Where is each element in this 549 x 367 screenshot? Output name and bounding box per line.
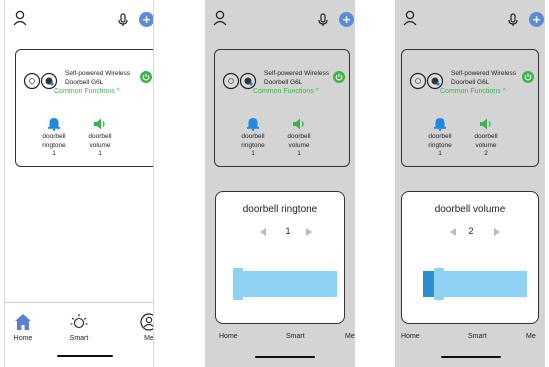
phone-screen-ringtone-sheet: + Self-powered Wireless Doorbell G6L Com… — [205, 0, 355, 367]
volume-label: doorbell volume — [474, 133, 498, 149]
volume-value: 1 — [297, 150, 301, 157]
speaker-icon — [94, 118, 105, 130]
ringtone-value: 1 — [438, 150, 442, 157]
top-bar: + — [205, 0, 355, 40]
doorbell-ringtone-function[interactable]: doorbell ringtone 1 — [422, 117, 458, 159]
stepper-value: 1 — [285, 226, 291, 236]
home-indicator — [441, 356, 501, 358]
stepper-value: 2 — [468, 226, 474, 236]
volume-value: 1 — [98, 150, 102, 157]
device-card[interactable]: Self-powered Wireless Doorbell G6L Commo… — [401, 49, 539, 167]
value-slider[interactable] — [423, 268, 527, 300]
top-bar: + — [5, 0, 153, 40]
speaker-icon — [293, 118, 304, 130]
tab-home-label[interactable]: Home — [219, 333, 238, 340]
microphone-icon[interactable] — [317, 13, 329, 27]
sheet-title: doorbell ringtone — [242, 204, 318, 215]
microphone-icon[interactable] — [117, 13, 129, 27]
device-card[interactable]: Self-powered Wireless Doorbell G6L Commo… — [214, 49, 350, 167]
device-name: Self-powered Wireless Doorbell G6L — [65, 70, 131, 86]
tab-smart-label[interactable]: Smart — [286, 333, 305, 340]
volume-label: doorbell volume — [287, 133, 311, 149]
volume-sheet: doorbell volume 2 — [401, 191, 539, 324]
slider-fill — [423, 271, 434, 297]
tab-home-label: Home — [13, 335, 33, 342]
power-button[interactable] — [522, 71, 534, 83]
common-functions-toggle[interactable]: Common Functions ^ — [54, 88, 120, 95]
tab-smart-label: Smart — [69, 335, 89, 342]
ringtone-value: 1 — [52, 150, 56, 157]
device-card[interactable]: Self-powered Wireless Doorbell G6L Commo… — [15, 49, 153, 167]
user-icon[interactable] — [13, 10, 27, 26]
volume-label: doorbell volume — [88, 133, 112, 149]
common-functions-toggle[interactable]: Common Functions ^ — [440, 88, 506, 95]
chevron-left-icon[interactable] — [450, 228, 456, 236]
power-button[interactable] — [333, 71, 345, 83]
common-functions-toggle[interactable]: Common Functions ^ — [253, 88, 319, 95]
value-stepper: 2 — [402, 226, 538, 240]
tab-me-label[interactable]: Me — [345, 333, 355, 340]
phone-screen-home: + Self-powered Wireless Doorbell G6L Com… — [4, 0, 154, 367]
chevron-right-icon[interactable] — [306, 228, 312, 236]
power-icon — [335, 73, 343, 81]
add-device-button[interactable]: + — [139, 12, 153, 27]
volume-value: 2 — [484, 150, 488, 157]
chevron-right-icon[interactable] — [494, 228, 500, 236]
bell-icon — [48, 118, 60, 131]
tab-smart[interactable]: Smart — [59, 313, 99, 342]
tab-home-label[interactable]: Home — [401, 333, 420, 340]
doorbell-volume-function[interactable]: doorbell volume 1 — [281, 117, 317, 159]
ringtone-sheet: doorbell ringtone 1 — [215, 191, 345, 324]
slider-thumb[interactable] — [434, 268, 444, 300]
home-icon — [15, 314, 31, 330]
power-icon — [142, 73, 150, 81]
speaker-icon — [480, 118, 491, 130]
device-name: Self-powered Wireless Doorbell G6L — [264, 70, 330, 86]
tab-home[interactable]: Home — [5, 313, 43, 342]
phone-screen-volume-sheet: + Self-powered Wireless Doorbell G6L Com… — [395, 0, 545, 367]
device-name: Self-powered Wireless Doorbell G6L — [451, 70, 517, 86]
doorbell-volume-function[interactable]: doorbell volume 1 — [82, 117, 118, 159]
power-icon — [524, 73, 532, 81]
plus-icon: + — [342, 12, 351, 27]
ringtone-label: doorbell ringtone — [428, 133, 452, 149]
doorbell-volume-function[interactable]: doorbell volume 2 — [468, 117, 504, 159]
ringtone-label: doorbell ringtone — [42, 133, 66, 149]
tab-smart-label[interactable]: Smart — [468, 333, 487, 340]
plus-icon: + — [532, 12, 541, 27]
profile-circle-icon — [140, 313, 153, 331]
microphone-icon[interactable] — [507, 13, 519, 27]
tab-me[interactable]: Me — [129, 313, 154, 342]
home-indicator — [255, 356, 315, 358]
tab-me-label[interactable]: Me — [526, 333, 536, 340]
value-stepper: 1 — [216, 226, 344, 240]
sun-icon — [70, 314, 88, 329]
user-icon[interactable] — [213, 10, 227, 26]
add-device-button[interactable]: + — [339, 12, 354, 27]
tab-bar: Home Smart Me — [5, 302, 153, 367]
slider-thumb[interactable] — [233, 268, 243, 300]
bell-icon — [434, 118, 446, 131]
doorbell-ringtone-function[interactable]: doorbell ringtone 1 — [235, 117, 271, 159]
home-indicator — [57, 355, 113, 357]
value-slider[interactable] — [233, 268, 337, 300]
tab-me-label: Me — [144, 335, 154, 342]
doorbell-ringtone-function[interactable]: doorbell ringtone 1 — [36, 117, 72, 159]
bell-icon — [247, 118, 259, 131]
user-icon[interactable] — [403, 10, 417, 26]
power-button[interactable] — [140, 71, 152, 83]
add-device-button[interactable]: + — [529, 12, 544, 27]
top-bar: + — [395, 0, 545, 40]
chevron-left-icon[interactable] — [260, 228, 266, 236]
plus-icon: + — [142, 12, 151, 27]
sheet-title: doorbell volume — [434, 204, 506, 215]
ringtone-label: doorbell ringtone — [241, 133, 265, 149]
ringtone-value: 1 — [251, 150, 255, 157]
